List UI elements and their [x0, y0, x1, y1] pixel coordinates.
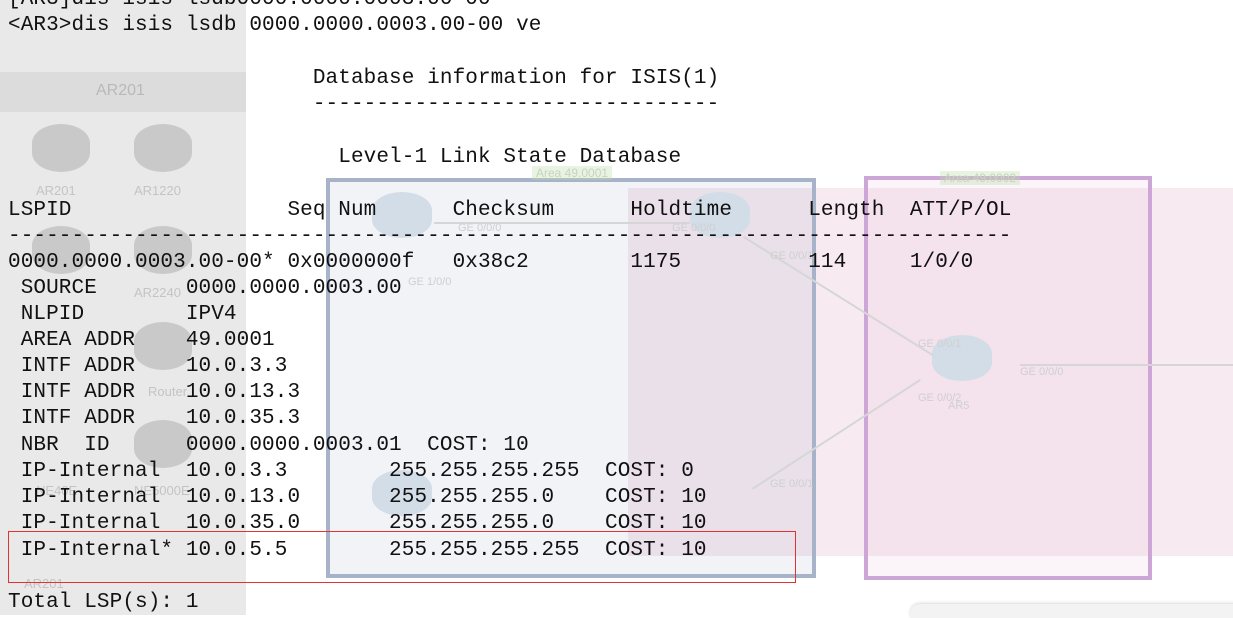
terminal-line: <AR3>dis isis lsdb 0000.0000.0003.00-00 … — [8, 14, 542, 37]
terminal-line: [AR3]dis isis lsdb0000.0000.0003.00-00 — [8, 0, 491, 13]
terminal-line: Total LSP(s): 1 — [8, 591, 199, 614]
highlight-box — [8, 531, 796, 583]
terminal-line: IP-Internal 10.0.13.0 255.255.255.0 COST… — [8, 486, 707, 509]
terminal-line: NLPID IPV4 — [8, 303, 237, 326]
terminal-line: LSPID Seq Num Checksum Holdtime Length A… — [8, 199, 1012, 222]
popup-panel-edge — [910, 604, 1233, 618]
terminal-line: INTF ADDR 10.0.13.3 — [8, 381, 301, 404]
terminal-line: SOURCE 0000.0000.0003.00 — [8, 277, 402, 300]
terminal-output[interactable]: [AR3]dis isis lsdb0000.0000.0003.00-00 <… — [0, 0, 1233, 615]
terminal-line: AREA ADDR 49.0001 — [8, 329, 275, 352]
terminal-line: IP-Internal 10.0.3.3 255.255.255.255 COS… — [8, 460, 694, 483]
terminal-line: INTF ADDR 10.0.35.3 — [8, 407, 301, 430]
terminal-line: NBR ID 0000.0000.0003.01 COST: 10 — [8, 434, 529, 457]
terminal-line: -------------------------------- — [8, 93, 720, 116]
terminal-line: Database information for ISIS(1) — [8, 67, 720, 90]
terminal-line: INTF ADDR 10.0.3.3 — [8, 355, 288, 378]
terminal-line: Level-1 Link State Database — [8, 146, 682, 169]
terminal-line: ----------------------------------------… — [8, 225, 1012, 248]
terminal-line: 0000.0000.0003.00-00* 0x0000000f 0x38c2 … — [8, 251, 974, 274]
